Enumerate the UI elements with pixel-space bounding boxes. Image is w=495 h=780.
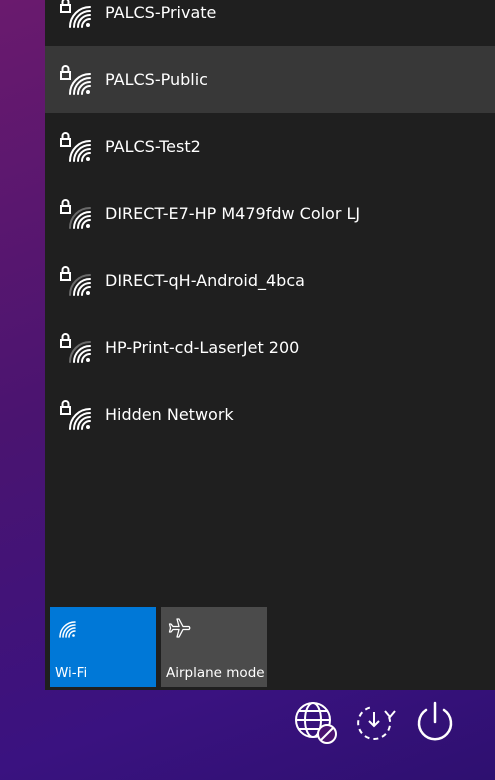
network-name: PALCS-Test2 xyxy=(105,137,201,156)
network-item[interactable]: PALCS-Public xyxy=(45,46,495,113)
wifi-secured-medium-icon xyxy=(60,266,91,296)
airplane-tile-label: Airplane mode xyxy=(166,665,265,681)
wifi-secured-icon xyxy=(60,132,91,162)
network-name: PALCS-Private xyxy=(105,3,217,22)
network-item[interactable]: HP-Print-cd-LaserJet 200 xyxy=(45,314,495,381)
network-list: PALCS-Private PALCS-Public PALCS-Test2 D… xyxy=(45,0,495,448)
network-name: HP-Print-cd-LaserJet 200 xyxy=(105,338,300,357)
network-item[interactable]: PALCS-Test2 xyxy=(45,113,495,180)
network-name: DIRECT-qH-Android_4bca xyxy=(105,271,305,290)
network-item[interactable]: PALCS-Private xyxy=(45,0,495,46)
power-icon[interactable] xyxy=(412,700,458,746)
network-item[interactable]: DIRECT-E7-HP M479fdw Color LJ xyxy=(45,180,495,247)
wifi-secured-icon xyxy=(60,0,91,28)
update-restart-icon[interactable] xyxy=(352,700,398,746)
airplane-mode-tile[interactable]: Airplane mode xyxy=(161,607,267,687)
wifi-secured-icon xyxy=(60,400,91,430)
network-name: PALCS-Public xyxy=(105,70,208,89)
network-item[interactable]: DIRECT-qH-Android_4bca xyxy=(45,247,495,314)
network-flyout: PALCS-Private PALCS-Public PALCS-Test2 D… xyxy=(45,0,495,690)
airplane-icon xyxy=(168,618,191,638)
wifi-icon xyxy=(59,621,76,638)
network-name: DIRECT-E7-HP M479fdw Color LJ xyxy=(105,204,361,223)
network-name: Hidden Network xyxy=(105,405,234,424)
network-disconnected-icon[interactable] xyxy=(293,700,339,746)
wifi-secured-medium-icon xyxy=(60,333,91,363)
wifi-tile-label: Wi-Fi xyxy=(55,665,88,681)
system-tray-icons xyxy=(0,700,495,750)
wifi-secured-medium-icon xyxy=(60,199,91,229)
wifi-toggle-tile[interactable]: Wi-Fi xyxy=(50,607,156,687)
wifi-secured-icon xyxy=(60,65,91,95)
network-item[interactable]: Hidden Network xyxy=(45,381,495,448)
